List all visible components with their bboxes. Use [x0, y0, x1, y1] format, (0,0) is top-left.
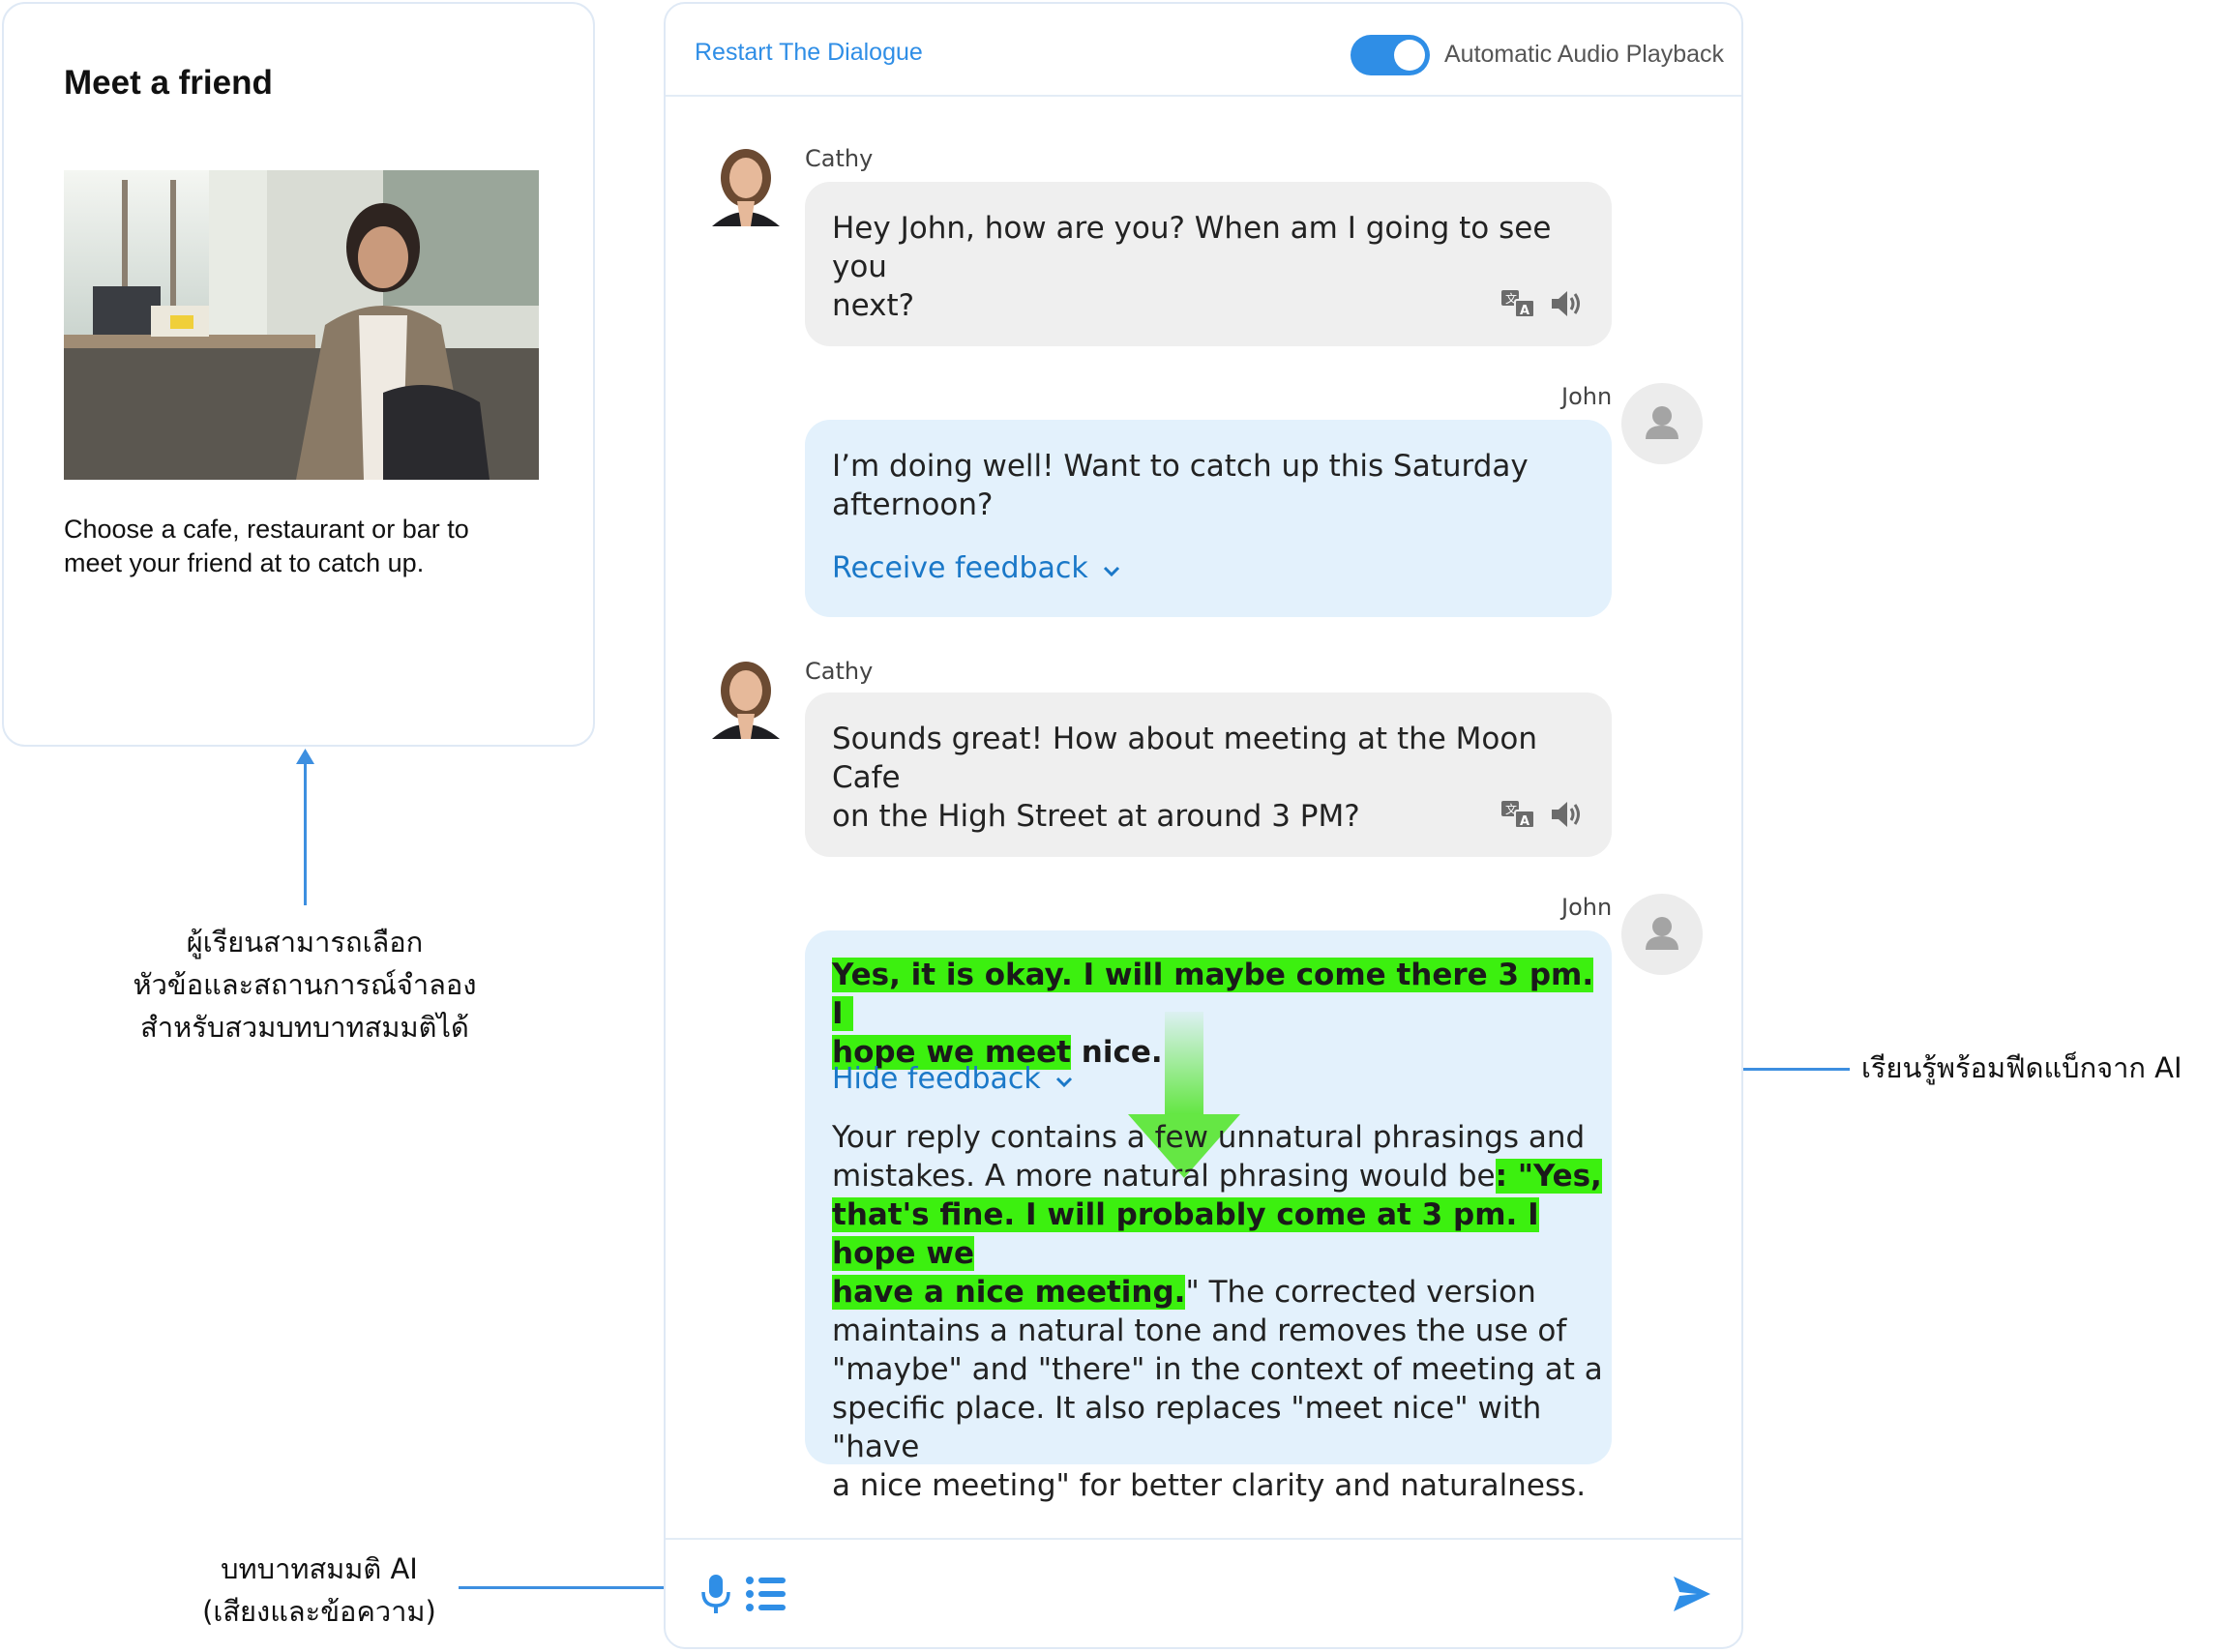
feedback-correction-highlight: : "Yes, [1495, 1159, 1602, 1194]
annotation-scenario: ผู้เรียนสามารถเลือก หัวข้อและสถานการณ์จำ… [58, 921, 551, 1048]
annotation-feedback: เรียนรู้พร้อมฟีดแบ็กจาก AI [1861, 1051, 2182, 1084]
scenario-card[interactable]: Meet a friend Choose a cafe, restaurant … [2, 2, 595, 747]
user-icon [1646, 406, 1678, 439]
toggle-knob [1394, 40, 1425, 71]
hide-feedback-label: Hide feedback [832, 1062, 1041, 1096]
speaker-icon[interactable] [1548, 797, 1587, 832]
scenario-image [64, 170, 539, 480]
chat-panel: Restart The Dialogue Automatic Audio Pla… [664, 2, 1743, 1649]
message-line: on the High Street at around 3 PM? [832, 799, 1360, 834]
chat-header: Restart The Dialogue Automatic Audio Pla… [666, 4, 1741, 97]
feedback-line: maintains a natural tone and removes the… [832, 1313, 1567, 1348]
feedback-text: Your reply contains a few unnatural phra… [832, 1118, 1612, 1505]
message-bubble-john-feedback: Yes, it is okay. I will maybe come there… [805, 930, 1612, 1503]
annotation-arrow-roleplay [459, 1578, 691, 1597]
message-text: I’m doing well! Want to catch up this Sa… [832, 447, 1529, 524]
feedback-correction-highlight: have a nice meeting. [832, 1275, 1186, 1310]
annotation-roleplay: บทบาทสมมติ AI (เสียงและข้อความ) [155, 1548, 484, 1633]
annotation-roleplay-line: (เสียงและข้อความ) [202, 1595, 436, 1628]
translate-icon[interactable]: 文A [1500, 286, 1538, 321]
message-bubble-john: I’m doing well! Want to catch up this Sa… [805, 420, 1612, 617]
chevron-down-icon [1102, 552, 1121, 586]
feedback-line: " The corrected version [1185, 1275, 1536, 1310]
message-line: I’m doing well! Want to catch up this Sa… [832, 449, 1529, 484]
message-line: next? [832, 288, 915, 323]
feedback-line: a nice meeting" for better clarity and n… [832, 1468, 1587, 1503]
autoplay-toggle[interactable] [1351, 35, 1430, 75]
feedback-line: Your reply contains a few unnatural phra… [832, 1120, 1586, 1155]
scenario-title: Meet a friend [64, 64, 273, 102]
receive-feedback-button[interactable]: Receive feedback [832, 551, 1121, 586]
send-icon[interactable] [1670, 1573, 1714, 1615]
message-line: afternoon? [832, 487, 994, 522]
message-bubble-cathy: Hey John, how are you? When am I going t… [805, 182, 1612, 346]
restart-dialogue-button[interactable]: Restart The Dialogue [695, 39, 923, 67]
feedback-line: mistakes. A more natural phrasing would … [832, 1159, 1496, 1194]
annotation-scenario-line: ผู้เรียนสามารถเลือก [186, 926, 424, 959]
annotation-arrow-scenario [296, 749, 314, 905]
speaker-name-john: John [1561, 383, 1613, 410]
svg-text:A: A [1520, 814, 1529, 829]
speaker-name-cathy: Cathy [805, 145, 874, 172]
chevron-down-icon [1054, 1063, 1074, 1097]
speaker-icon[interactable] [1548, 286, 1587, 321]
message-bubble-cathy: Sounds great! How about meeting at the M… [805, 693, 1612, 857]
annotation-scenario-line: สำหรับสวมบทบาทสมมติได้ [140, 1011, 469, 1044]
footer-divider [666, 1538, 1741, 1540]
cathy-avatar [704, 656, 787, 739]
message-line: Hey John, how are you? When am I going t… [832, 211, 1552, 284]
user-icon [1646, 917, 1678, 950]
message-line: Sounds great! How about meeting at the M… [832, 722, 1537, 795]
feedback-correction-highlight: that's fine. I will probably come at 3 p… [832, 1197, 1539, 1271]
message-text: Hey John, how are you? When am I going t… [832, 209, 1612, 325]
microphone-icon[interactable] [698, 1573, 733, 1615]
autoplay-label: Automatic Audio Playback [1444, 41, 1725, 68]
speaker-name-cathy: Cathy [805, 658, 874, 685]
annotation-scenario-line: หัวข้อและสถานการณ์จำลอง [133, 968, 477, 1001]
list-icon[interactable] [745, 1575, 787, 1613]
john-avatar [1621, 894, 1703, 975]
scenario-description: Choose a cafe, restaurant or bar to meet… [64, 515, 469, 577]
message-text: Sounds great! How about meeting at the M… [832, 720, 1612, 836]
svg-text:A: A [1520, 304, 1529, 318]
speaker-name-john: John [1561, 894, 1613, 921]
feedback-line: "maybe" and "there" in the context of me… [832, 1352, 1603, 1387]
cathy-avatar [704, 143, 787, 226]
annotation-roleplay-line: บทบาทสมมติ AI [221, 1552, 418, 1585]
feedback-line: specific place. It also replaces "meet n… [832, 1391, 1542, 1464]
john-avatar [1621, 383, 1703, 464]
hide-feedback-button[interactable]: Hide feedback [832, 1062, 1074, 1097]
translate-icon[interactable]: 文A [1500, 797, 1538, 832]
receive-feedback-label: Receive feedback [832, 551, 1088, 585]
